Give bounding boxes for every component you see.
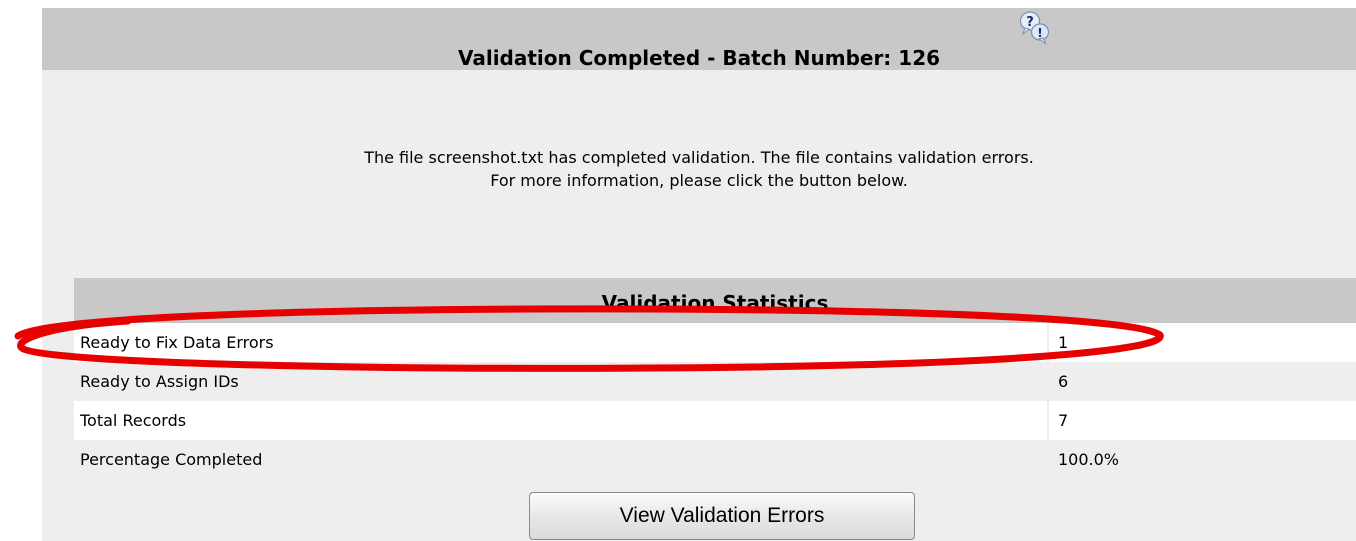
stat-label: Ready to Fix Data Errors [80,333,274,352]
page-title: Validation Completed - Batch Number: 126 [457,46,941,70]
stat-row-ready-to-assign: Ready to Assign IDs 6 [74,362,1356,401]
stat-row-percentage-completed: Percentage Completed 100.0% [74,440,1356,479]
statistics-header: Validation Statistics [74,278,1356,323]
stat-value: 6 [1058,372,1069,391]
stat-row-ready-to-fix: Ready to Fix Data Errors 1 [74,323,1356,362]
svg-text:!: ! [1037,26,1042,40]
stat-value: 1 [1058,333,1069,352]
stat-row-total-records: Total Records 7 [74,401,1356,440]
stat-label: Ready to Assign IDs [80,372,239,391]
stat-value: 7 [1058,411,1069,430]
stat-value: 100.0% [1058,450,1120,469]
cell-divider [1047,401,1049,440]
message-line-2: For more information, please click the b… [490,171,908,190]
validation-message: The file screenshot.txt has completed va… [42,146,1356,192]
message-line-1: The file screenshot.txt has completed va… [364,148,1034,167]
cell-divider [1047,323,1049,362]
stat-label: Percentage Completed [80,450,263,469]
statistics-header-label: Validation Statistics [601,291,829,315]
view-validation-errors-button[interactable]: View Validation Errors [529,492,915,540]
validation-statistics-table: Validation Statistics Ready to Fix Data … [74,278,1356,479]
help-icon[interactable]: ? ! [1018,10,1050,46]
validation-panel: Validation Completed - Batch Number: 126… [42,8,1356,541]
title-bar: Validation Completed - Batch Number: 126… [42,8,1356,70]
stat-label: Total Records [80,411,187,430]
